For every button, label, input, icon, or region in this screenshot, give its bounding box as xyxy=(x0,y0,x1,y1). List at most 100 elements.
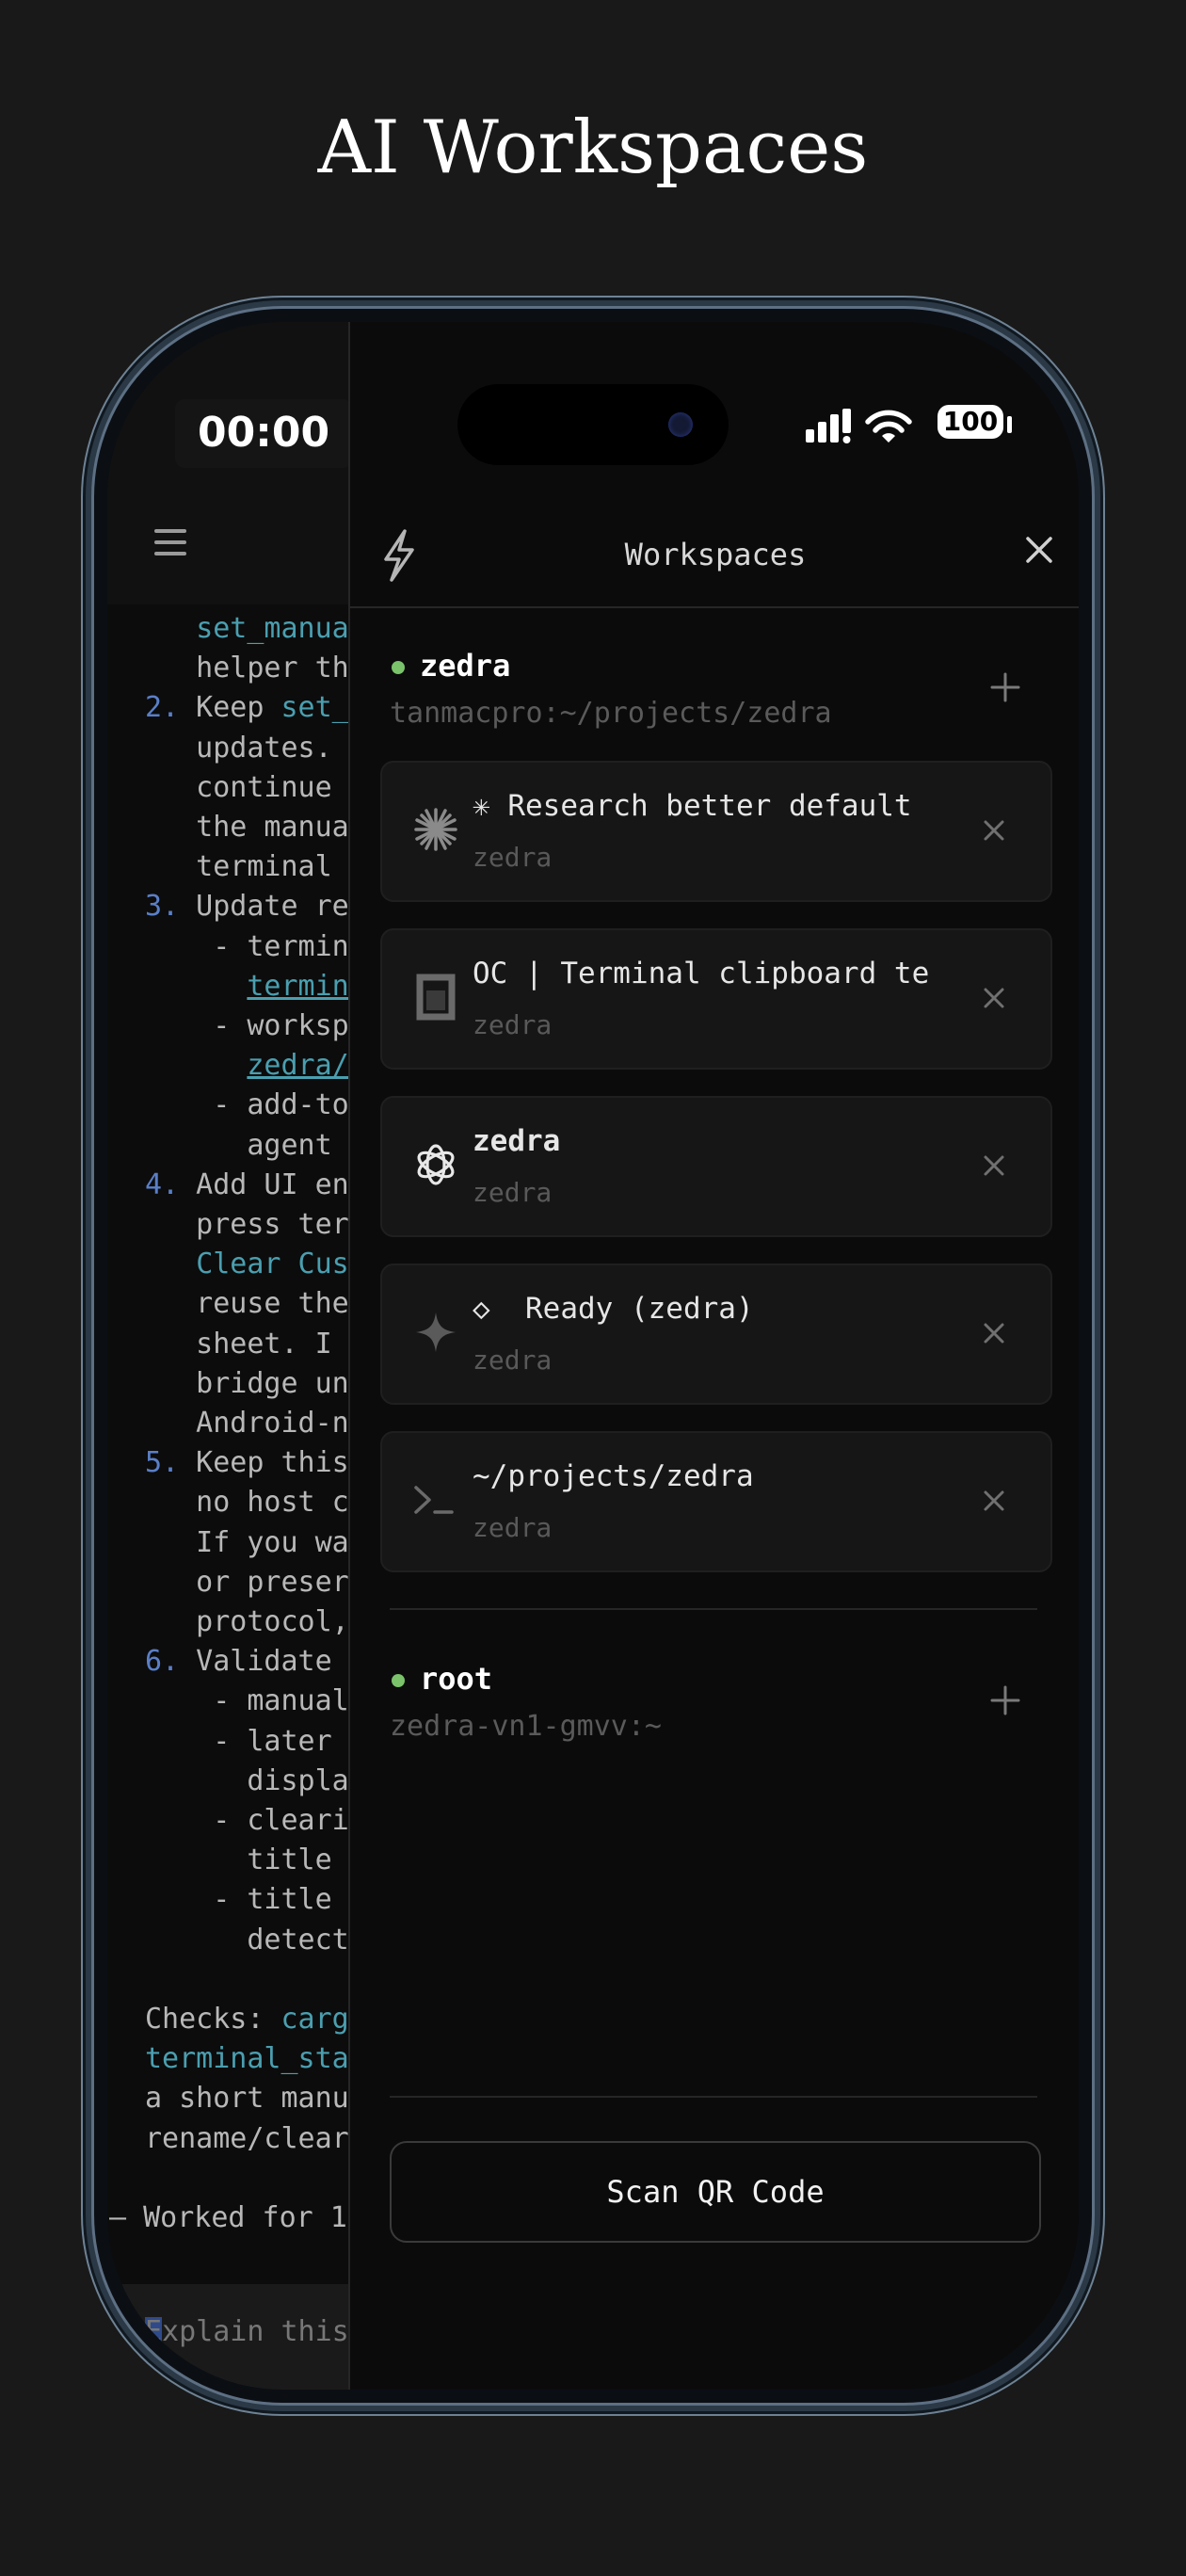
terminal-line-segment: the manua xyxy=(145,811,349,844)
terminal-line: - cleari xyxy=(145,1801,349,1841)
terminal-line: helper th xyxy=(145,649,349,688)
drawer-header: Workspaces xyxy=(350,520,1079,604)
terminal-line-segment: zedra/ xyxy=(247,1049,349,1083)
terminal-line-segment: - manual xyxy=(145,1684,349,1718)
session-subtitle: zedra xyxy=(473,1344,553,1376)
terminal-line: reuse the xyxy=(145,1284,349,1324)
add-session-icon[interactable] xyxy=(986,668,1024,706)
terminal-line-segment: set_ xyxy=(280,691,349,725)
terminal-line-segment: - cleari xyxy=(145,1804,349,1837)
volume-down-button xyxy=(83,1013,91,1160)
terminal-line: 3. Update re xyxy=(145,887,349,926)
terminal-line-segment xyxy=(145,970,247,1003)
terminal-line-segment: 2. xyxy=(145,691,180,725)
terminal-line-segment: Update re xyxy=(179,890,349,924)
terminal-line-segment: termin xyxy=(247,969,349,1003)
terminal-line-segment: set_manua xyxy=(196,612,349,645)
terminal-line-segment: sheet. I xyxy=(145,1327,332,1360)
terminal-line-segment: no host c xyxy=(145,1486,349,1520)
phone-screen: 00:00 set_manua helper th 2. Keep set_ up… xyxy=(107,322,1079,2390)
terminal-line: - manual xyxy=(145,1682,349,1721)
terminal-line-segment: - title xyxy=(145,1883,332,1917)
drawer-title: Workspaces xyxy=(624,537,807,572)
terminal-line: sheet. I xyxy=(145,1325,332,1364)
terminal-line: agent xyxy=(145,1126,332,1166)
workspaces-drawer: Workspaces zedra tanmacpro:~/projects/ze… xyxy=(348,322,1079,2390)
terminal-line-segment: Validate xyxy=(179,1645,332,1679)
terminal-line-segment: - worksp xyxy=(145,1009,349,1042)
host-name: zedra xyxy=(420,648,511,684)
session-title: zedra xyxy=(473,1124,561,1158)
terminal-line-segment: 4. xyxy=(145,1167,180,1201)
terminal-line-segment: Checks: xyxy=(145,2003,281,2036)
terminal-line-segment: reuse the xyxy=(145,1287,349,1321)
terminal-input[interactable]: Explain this xyxy=(145,2315,349,2349)
terminal-line: set_manua xyxy=(145,609,349,649)
terminal-line: detect xyxy=(145,1921,348,1960)
terminal-line: Checks: carg xyxy=(145,2000,349,2039)
close-session-icon[interactable] xyxy=(977,1316,1011,1350)
terminal-line-segment: title xyxy=(145,1843,332,1877)
terminal-line-segment: helper th xyxy=(145,652,349,685)
host-divider xyxy=(390,2096,1037,2098)
menu-icon[interactable] xyxy=(154,529,186,561)
terminal-line-segment: press ter xyxy=(145,1208,349,1241)
session-card[interactable]: ◇ Ready (zedra) zedra xyxy=(380,1264,1052,1405)
close-icon[interactable] xyxy=(1020,531,1058,569)
session-card[interactable]: zedra zedra xyxy=(380,1096,1052,1237)
session-subtitle: zedra xyxy=(473,1177,553,1208)
terminal-line: zedra/ xyxy=(145,1046,349,1086)
session-subtitle: zedra xyxy=(473,1512,553,1543)
battery-tip xyxy=(1007,416,1012,433)
terminal-line-segment: - add-to xyxy=(145,1088,349,1122)
terminal-line: - later xyxy=(145,1722,332,1762)
terminal-line-segment: Keep this xyxy=(179,1446,349,1480)
terminal-line-segment: 6. xyxy=(145,1645,180,1679)
terminal-line: continue xyxy=(145,768,332,808)
terminal-line-segment: protocol, xyxy=(145,1605,349,1638)
gemini-sparkle-icon xyxy=(416,1312,456,1352)
terminal-line: Clear Cus xyxy=(145,1245,349,1284)
terminal-line-segment: 5. xyxy=(145,1446,180,1480)
terminal-line-segment: — Worked for 1 xyxy=(109,2201,347,2234)
terminal-line-segment: - termin xyxy=(145,929,349,963)
terminal-line: 4. Add UI en xyxy=(145,1166,349,1205)
terminal-line: terminal_sta xyxy=(145,2039,349,2079)
close-session-icon[interactable] xyxy=(977,813,1011,847)
terminal-line: a short manu xyxy=(145,2079,349,2118)
terminal-prompt-icon xyxy=(414,1486,454,1514)
session-subtitle: zedra xyxy=(473,1009,553,1040)
terminal-line: title xyxy=(145,1841,332,1880)
scan-qr-button[interactable]: Scan QR Code xyxy=(390,2141,1041,2243)
session-card[interactable]: ✳ Research better default zedra xyxy=(380,761,1052,902)
terminal-line-segment: displa xyxy=(145,1763,349,1797)
terminal-line-segment: agent xyxy=(145,1128,332,1162)
terminal-line: no host c xyxy=(145,1483,349,1522)
terminal-line: bridge un xyxy=(145,1364,349,1404)
host-root[interactable]: root zedra-vn1-gmvv:~ xyxy=(350,1657,1079,1751)
session-card[interactable]: ~/projects/zedra zedra xyxy=(380,1431,1052,1572)
front-camera xyxy=(668,412,693,437)
action-button xyxy=(83,684,91,761)
terminal-line: - worksp xyxy=(145,1006,349,1046)
host-zedra[interactable]: zedra tanmacpro:~/projects/zedra xyxy=(350,644,1079,738)
terminal-line-segment: terminal_sta xyxy=(145,2042,349,2076)
terminal-line: the manua xyxy=(145,808,349,847)
terminal-line: protocol, xyxy=(145,1602,349,1642)
terminal-line: or preser xyxy=(145,1563,349,1602)
terminal-line: rename/clear xyxy=(145,2119,349,2159)
add-session-icon[interactable] xyxy=(986,1682,1024,1719)
header-divider xyxy=(350,606,1079,608)
terminal-line: press ter xyxy=(145,1205,349,1245)
terminal-line-segment: continue xyxy=(145,770,332,804)
terminal-line-segment: Android-n xyxy=(145,1407,349,1440)
phone-frame: 00:00 set_manua helper th 2. Keep set_ up… xyxy=(94,309,1092,2403)
terminal-line-segment: - later xyxy=(145,1724,332,1758)
close-session-icon[interactable] xyxy=(977,1149,1011,1183)
session-card[interactable]: OC | Terminal clipboard te zedra xyxy=(380,928,1052,1070)
terminal-line-segment: 3. xyxy=(145,890,180,924)
close-session-icon[interactable] xyxy=(977,981,1011,1015)
cellular-signal-icon xyxy=(806,409,912,443)
terminal-input-text: Explain this xyxy=(145,2315,349,2348)
close-session-icon[interactable] xyxy=(977,1484,1011,1518)
